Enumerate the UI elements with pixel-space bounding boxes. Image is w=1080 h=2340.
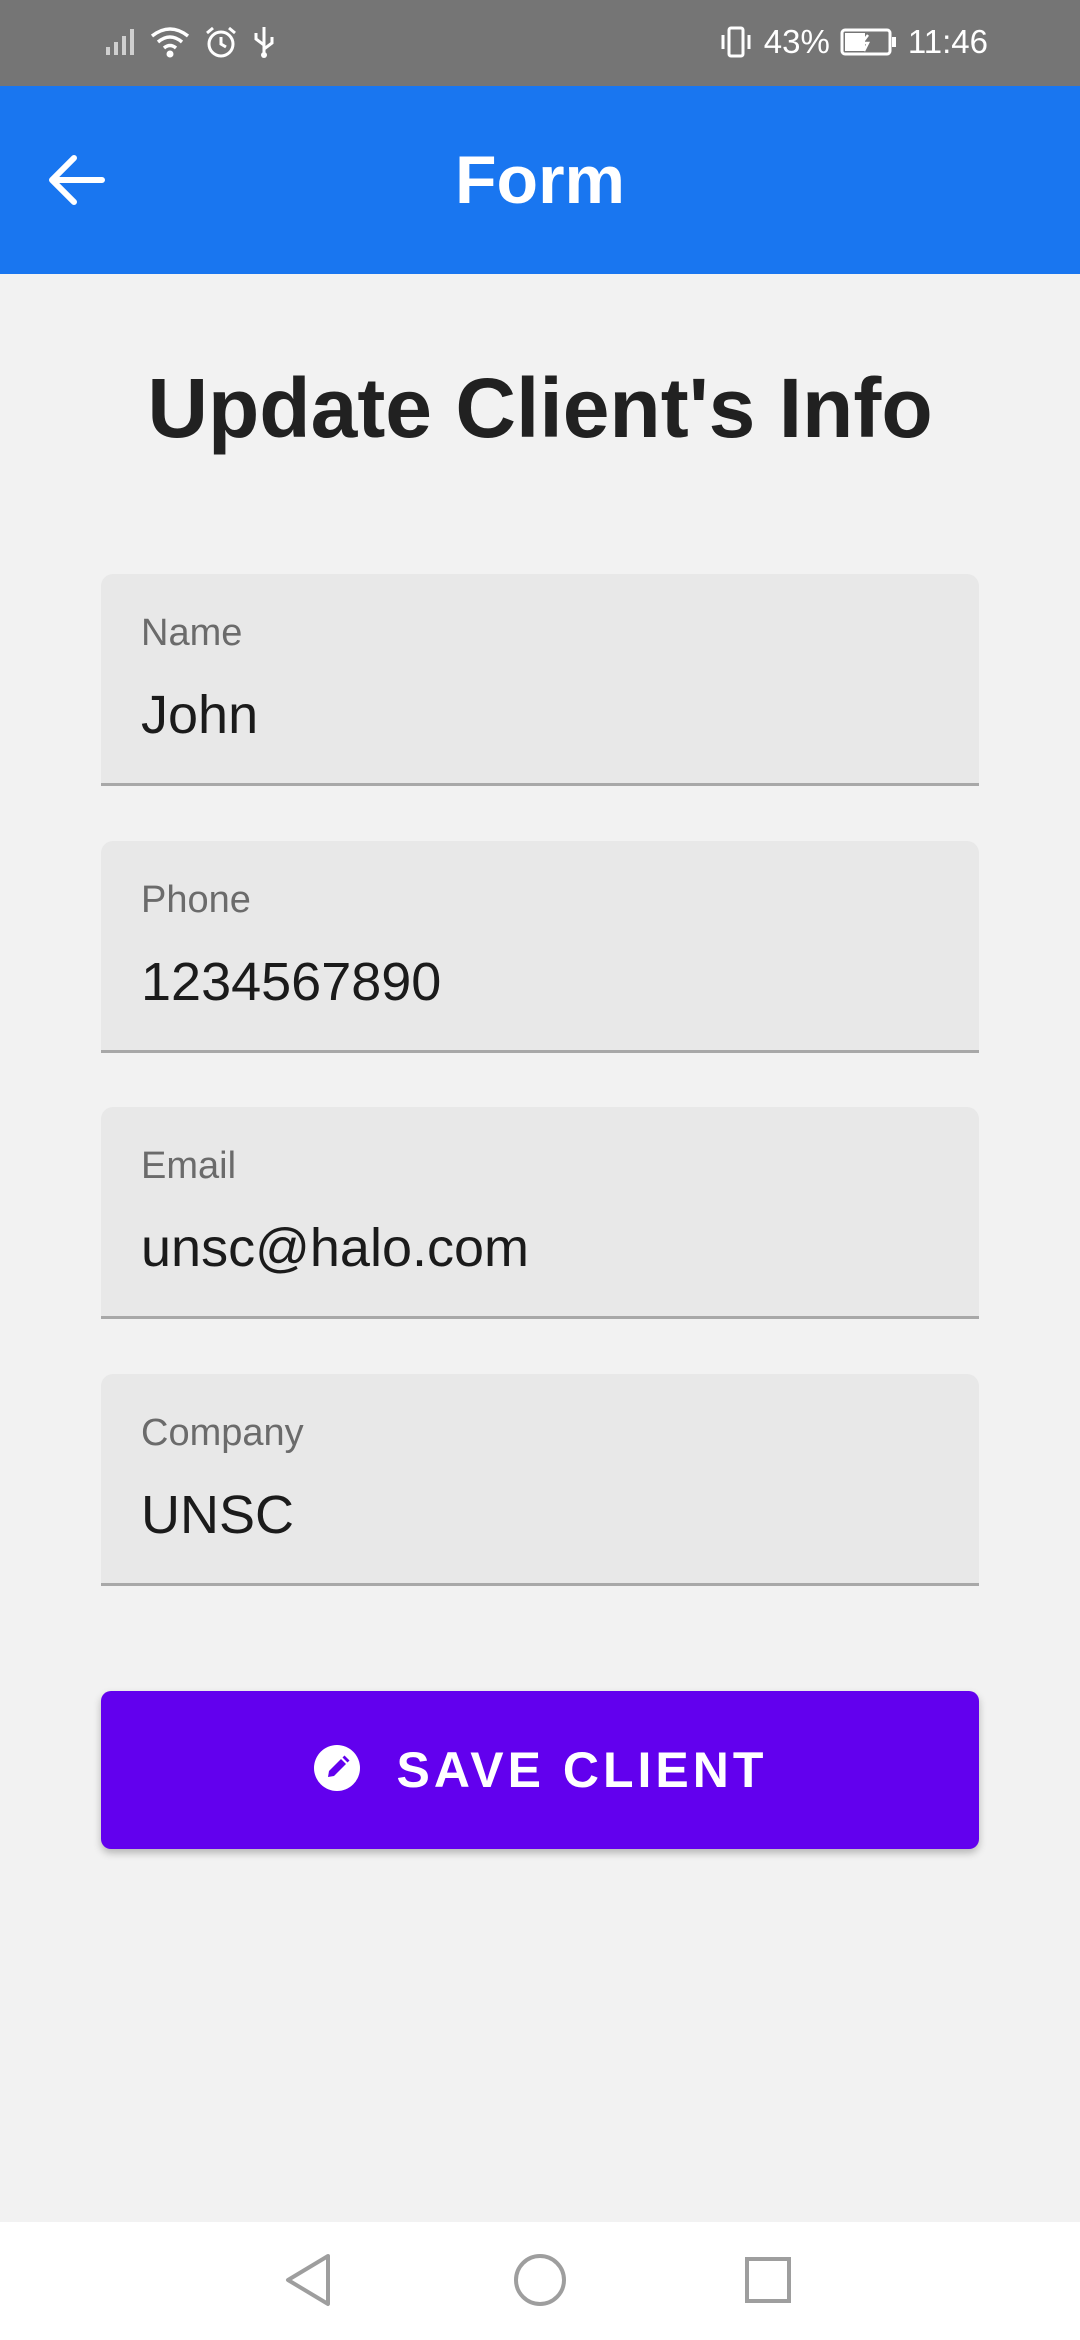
alarm-icon [204,25,238,59]
app-title: Form [455,142,625,218]
app-bar: Form [0,86,1080,274]
nav-back-button[interactable] [268,2244,348,2320]
phone-input[interactable] [141,947,941,1017]
save-client-label: SAVE CLIENT [396,1742,768,1798]
clock-time: 11:46 [907,23,988,60]
wifi-icon [150,26,190,58]
back-button[interactable] [46,144,146,220]
email-field[interactable]: Email [101,1107,979,1319]
name-field[interactable]: Name [101,574,979,786]
phone-field[interactable]: Phone [101,841,979,1053]
save-client-button[interactable]: SAVE CLIENT [101,1691,979,1849]
phone-field-label: Phone [141,879,251,921]
name-input[interactable] [141,680,941,750]
email-input[interactable] [141,1213,941,1283]
nav-recents-button[interactable] [728,2244,808,2320]
triangle-back-icon [282,2252,334,2313]
company-input[interactable] [141,1480,941,1550]
battery-charging-icon [840,27,898,57]
company-field[interactable]: Company [101,1374,979,1586]
name-field-label: Name [141,612,243,654]
signal-icon [106,29,136,55]
nav-home-button[interactable] [500,2244,580,2320]
status-icons-right: 43% 11:46 [718,20,988,64]
battery-percent: 43% [763,23,830,60]
edit-icon [313,1744,361,1797]
system-nav-bar [0,2222,1080,2340]
square-recents-icon [743,2255,793,2310]
status-bar: 43% 11:46 [0,0,1080,86]
vibrate-icon [718,25,754,59]
usb-icon [252,25,276,59]
circle-home-icon [512,2252,568,2313]
arrow-left-icon [46,152,106,213]
company-field-label: Company [141,1412,304,1454]
page-title: Update Client's Info [147,361,933,455]
email-field-label: Email [141,1145,237,1187]
status-icons-left [106,20,276,64]
